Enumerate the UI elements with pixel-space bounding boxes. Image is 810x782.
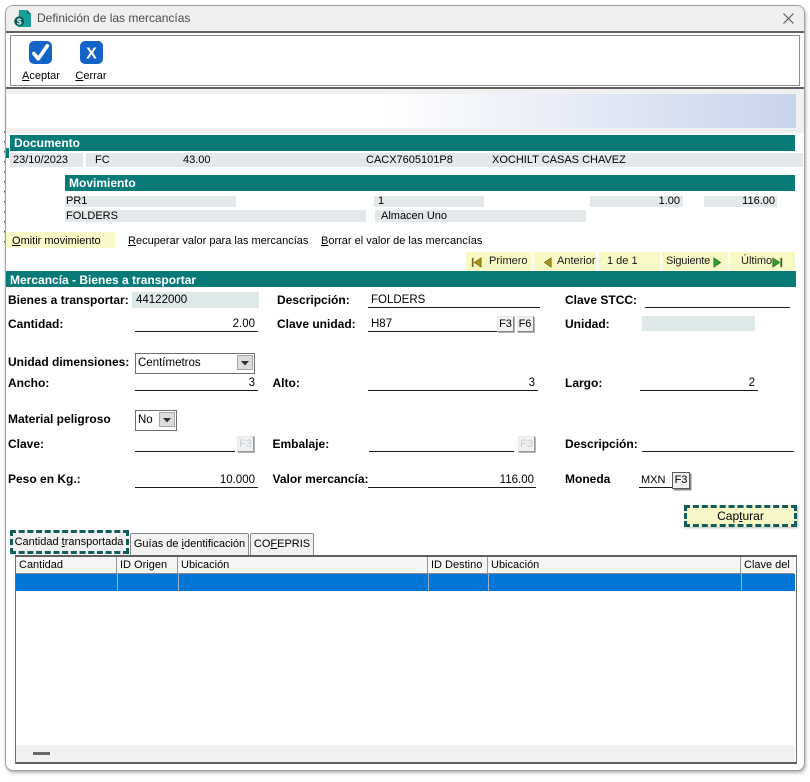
svg-text:X: X bbox=[86, 46, 97, 63]
svg-text:$: $ bbox=[17, 16, 22, 26]
